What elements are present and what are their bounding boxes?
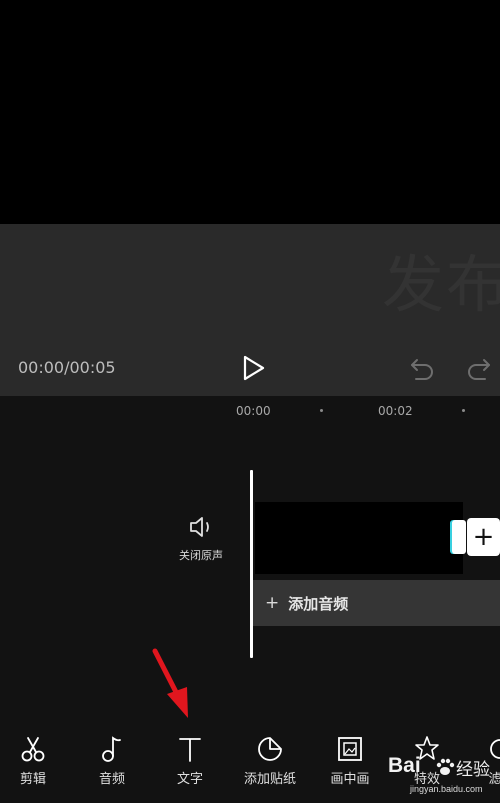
watermark-jingyan: 经验 bbox=[456, 760, 490, 780]
sticker-icon bbox=[258, 737, 282, 761]
preview-ghost-text: 发布 bbox=[381, 248, 500, 321]
ruler-label-0: 00:00 bbox=[236, 404, 271, 418]
tool-audio[interactable]: 音频 bbox=[77, 734, 147, 787]
baidu-paw-icon bbox=[436, 758, 455, 775]
tool-edit[interactable]: 剪辑 bbox=[0, 734, 68, 787]
annotation-arrow bbox=[152, 648, 188, 718]
tool-label: 画中画 bbox=[330, 772, 370, 787]
video-clip[interactable] bbox=[255, 502, 463, 574]
undo-button[interactable] bbox=[408, 356, 436, 382]
add-audio-button[interactable]: + 添加音频 bbox=[253, 580, 500, 626]
plus-icon: + bbox=[265, 593, 280, 613]
ruler-dot bbox=[320, 409, 323, 412]
clip-trim-handle[interactable] bbox=[452, 520, 466, 554]
time-readout: 00:00/00:05 bbox=[18, 358, 116, 377]
play-button[interactable] bbox=[239, 354, 267, 382]
tool-label: 剪辑 bbox=[19, 772, 46, 787]
tool-picture-in-picture[interactable]: 画中画 bbox=[315, 734, 385, 787]
tool-label: 文字 bbox=[176, 772, 203, 787]
scissors-icon bbox=[21, 737, 45, 762]
undo-icon bbox=[411, 359, 433, 380]
picture-in-picture-icon bbox=[338, 737, 362, 761]
plus-icon: + bbox=[472, 522, 495, 552]
speaker-icon bbox=[190, 517, 209, 537]
watermark-url: jingyan.baidu.com bbox=[410, 784, 483, 794]
add-audio-label: 添加音频 bbox=[288, 594, 349, 613]
mute-original-sound-button[interactable]: 关闭原声 bbox=[170, 515, 232, 575]
tool-text[interactable]: 文字 bbox=[155, 734, 225, 787]
music-note-icon bbox=[102, 736, 121, 762]
ruler-label-1: 00:02 bbox=[378, 404, 413, 418]
add-clip-button[interactable]: + bbox=[467, 518, 500, 556]
tool-label: 添加贴纸 bbox=[243, 772, 296, 787]
tool-add-sticker[interactable]: 添加贴纸 bbox=[235, 734, 305, 787]
ruler-dot bbox=[462, 409, 465, 412]
tool-label: 音频 bbox=[98, 772, 125, 787]
play-icon bbox=[243, 355, 265, 381]
redo-icon bbox=[468, 359, 490, 380]
redo-button[interactable] bbox=[465, 356, 493, 382]
video-top-letterbox bbox=[0, 0, 500, 224]
baidu-jingyan-watermark: Bai 经验 jingyan.baidu.com bbox=[388, 754, 500, 802]
watermark-brand: Bai bbox=[388, 754, 421, 777]
playhead[interactable] bbox=[250, 470, 253, 658]
mute-label: 关闭原声 bbox=[179, 549, 223, 562]
text-icon bbox=[179, 738, 201, 762]
